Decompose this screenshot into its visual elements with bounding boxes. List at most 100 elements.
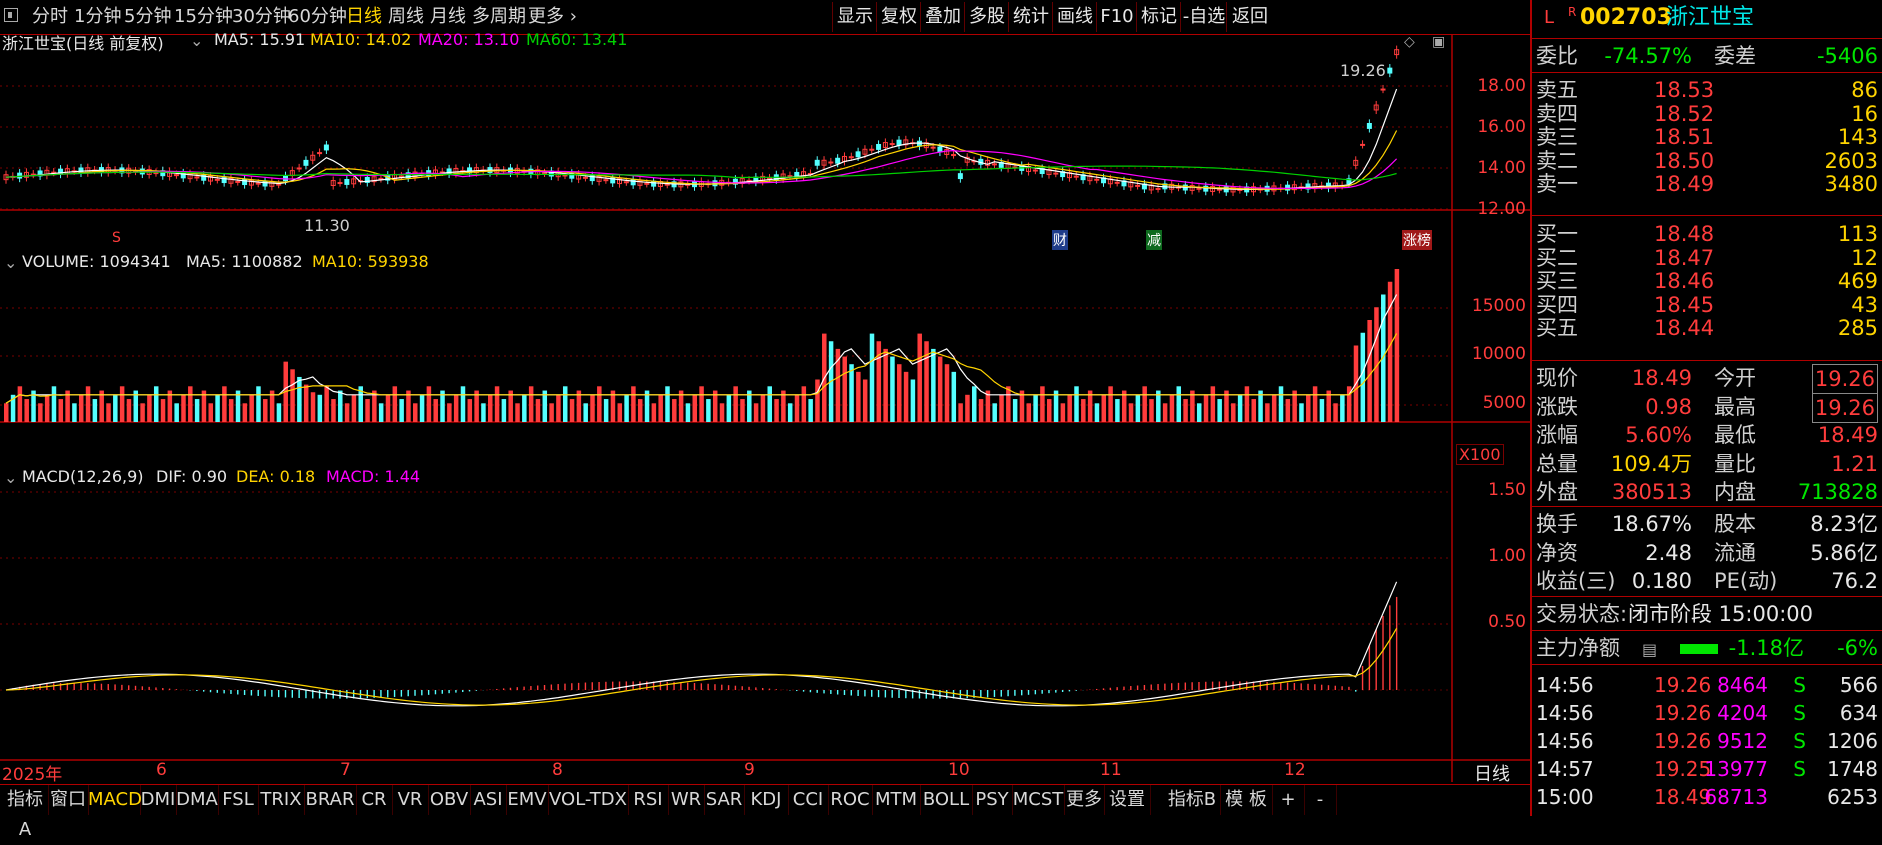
indicator-tab[interactable]: 窗口 bbox=[48, 785, 89, 815]
period-tab[interactable]: 1分钟 bbox=[74, 3, 121, 31]
indicator-tab[interactable]: VOL-TDX bbox=[548, 785, 629, 815]
marker-finance[interactable]: 财 bbox=[1052, 230, 1068, 250]
chart-area[interactable]: 浙江世宝(日线 前复权) ⌄ MA5: 15.91 MA10: 14.02 MA… bbox=[0, 30, 1530, 785]
dropdown-circle-icon[interactable]: ⌄ bbox=[190, 31, 203, 50]
indicator-tab[interactable]: WR bbox=[668, 785, 705, 815]
stat-label: 内盘 bbox=[1714, 480, 1756, 504]
stat-value: 19.26 bbox=[1811, 364, 1878, 394]
period-tab[interactable]: 5分钟 bbox=[124, 3, 171, 31]
diamond-icon[interactable]: ◇ bbox=[1404, 34, 1415, 50]
candle bbox=[344, 179, 350, 185]
indicator-tab[interactable]: BRAR bbox=[304, 785, 357, 815]
remove-watchlist-button[interactable]: -自选 bbox=[1180, 2, 1227, 32]
tick-count: 634 bbox=[1839, 701, 1878, 725]
list-icon[interactable]: ▤ bbox=[1642, 636, 1657, 664]
mark-button[interactable]: 标记 bbox=[1136, 2, 1181, 32]
ask-row[interactable]: 卖一 18.49 3480 bbox=[1536, 170, 1878, 198]
adjust-button[interactable]: 复权 bbox=[876, 2, 921, 32]
indicator-tab[interactable]: BOLL bbox=[920, 785, 973, 815]
volume-bar bbox=[569, 399, 575, 422]
main-flow-pct: -6% bbox=[1837, 636, 1878, 660]
draw-line-button[interactable]: 画线 bbox=[1052, 2, 1097, 32]
indicator-tab[interactable]: 模 板 bbox=[1220, 785, 1273, 815]
indicator-tab[interactable]: KDJ bbox=[744, 785, 789, 815]
indicator-tab[interactable]: + bbox=[1272, 785, 1305, 815]
marker-top-list[interactable]: 涨榜 bbox=[1402, 230, 1432, 250]
volume-bar bbox=[113, 394, 118, 422]
indicator-tab[interactable]: EMV bbox=[506, 785, 549, 815]
volume-bar bbox=[1040, 386, 1045, 422]
stat-label: 外盘 bbox=[1536, 480, 1578, 504]
indicator-tab[interactable]: MTM bbox=[872, 785, 921, 815]
bid-row[interactable]: 买五 18.44 285 bbox=[1536, 314, 1878, 342]
quote-panel: L R 002703 浙江世宝 委比 -74.57% 委差 -5406 卖五 18… bbox=[1530, 0, 1882, 816]
indicator-tab[interactable]: TRIX bbox=[258, 785, 305, 815]
tick-volume: 8464 bbox=[1717, 673, 1768, 697]
stats-button[interactable]: 统计 bbox=[1008, 2, 1053, 32]
volume-bar bbox=[467, 399, 473, 422]
volume-bar bbox=[1319, 399, 1325, 422]
multi-stock-button[interactable]: 多股 bbox=[964, 2, 1009, 32]
indicator-tab[interactable]: OBV bbox=[428, 785, 471, 815]
tick-side: S bbox=[1793, 701, 1806, 725]
xaxis-label: 2025年 bbox=[2, 765, 63, 785]
indicator-tab[interactable]: 更多 bbox=[1064, 785, 1105, 815]
volume-bar bbox=[535, 399, 541, 422]
volume-bar bbox=[978, 399, 984, 422]
period-tab[interactable]: 周线 bbox=[388, 3, 424, 31]
indicator-tab[interactable]: SAR bbox=[704, 785, 745, 815]
candle bbox=[814, 159, 820, 166]
volume-bar bbox=[481, 403, 486, 422]
volume-bar bbox=[222, 386, 227, 422]
menu-icon[interactable] bbox=[4, 8, 18, 22]
volume-bar bbox=[699, 386, 704, 422]
volume-bar bbox=[1081, 399, 1086, 422]
display-button[interactable]: 显示 bbox=[832, 2, 877, 32]
indicator-tab[interactable]: 指标A bbox=[2, 785, 49, 840]
period-tab[interactable]: 30分钟 bbox=[232, 3, 291, 31]
volume-bar bbox=[228, 399, 234, 422]
volume-ytick: 15000 bbox=[1471, 296, 1526, 316]
indicator-tab[interactable]: ROC bbox=[828, 785, 873, 815]
dropdown-circle-icon[interactable]: ⌄ bbox=[4, 253, 17, 272]
more-periods-button[interactable]: 更多 › bbox=[528, 3, 577, 31]
indicator-tab[interactable]: DMI bbox=[140, 785, 177, 815]
kline-ytick: 12.00 bbox=[1477, 199, 1526, 219]
indicator-tab[interactable]: 设置 bbox=[1104, 785, 1151, 815]
candle bbox=[153, 172, 159, 175]
period-tab[interactable]: 多周期 bbox=[472, 3, 526, 31]
indicator-tab[interactable]: ASI bbox=[470, 785, 507, 815]
f10-button[interactable]: F10 bbox=[1096, 2, 1137, 32]
overlay-button[interactable]: 叠加 bbox=[920, 2, 965, 32]
indicator-tab[interactable]: DMA bbox=[176, 785, 219, 815]
volume-bar bbox=[1183, 399, 1188, 422]
period-tab-active[interactable]: 日线 bbox=[346, 3, 382, 31]
candle bbox=[282, 175, 288, 182]
marker-s[interactable]: S bbox=[112, 230, 121, 246]
indicator-tab[interactable]: CR bbox=[356, 785, 393, 815]
stat-value: 5.60% bbox=[1625, 423, 1692, 447]
indicator-tab[interactable]: 指标B bbox=[1164, 785, 1221, 815]
indicator-tab[interactable]: MACD bbox=[88, 785, 142, 815]
tick-volume: 13977 bbox=[1704, 757, 1768, 781]
period-tab[interactable]: 月线 bbox=[430, 3, 466, 31]
indicator-tab[interactable]: MCST bbox=[1012, 785, 1065, 815]
period-tab[interactable]: 15分钟 bbox=[174, 3, 233, 31]
period-tab[interactable]: 60分钟 bbox=[288, 3, 347, 31]
window-toggle-icon[interactable]: ▣ bbox=[1432, 34, 1445, 50]
indicator-tab[interactable]: PSY bbox=[972, 785, 1013, 815]
period-label[interactable]: 日线 bbox=[1474, 760, 1510, 786]
indicator-tab[interactable]: CCI bbox=[788, 785, 829, 815]
volume-title: VOLUME: 1094341 bbox=[22, 252, 171, 271]
period-tab[interactable]: 分时 bbox=[32, 3, 68, 31]
indicator-tab[interactable]: FSL bbox=[218, 785, 259, 815]
dropdown-circle-icon[interactable]: ⌄ bbox=[4, 468, 17, 487]
stat-row: 净资 2.48 流通 5.86亿 bbox=[1536, 539, 1878, 567]
indicator-tab[interactable]: VR bbox=[392, 785, 429, 815]
marker-reduce[interactable]: 减 bbox=[1146, 230, 1162, 250]
main-flow-row[interactable]: 主力净额 ▤ -1.18亿 -6% bbox=[1536, 634, 1878, 662]
volume-bar bbox=[794, 394, 800, 422]
indicator-tab[interactable]: RSI bbox=[628, 785, 669, 815]
back-button[interactable]: 返回 bbox=[1226, 2, 1273, 32]
indicator-tab[interactable]: - bbox=[1304, 785, 1337, 815]
